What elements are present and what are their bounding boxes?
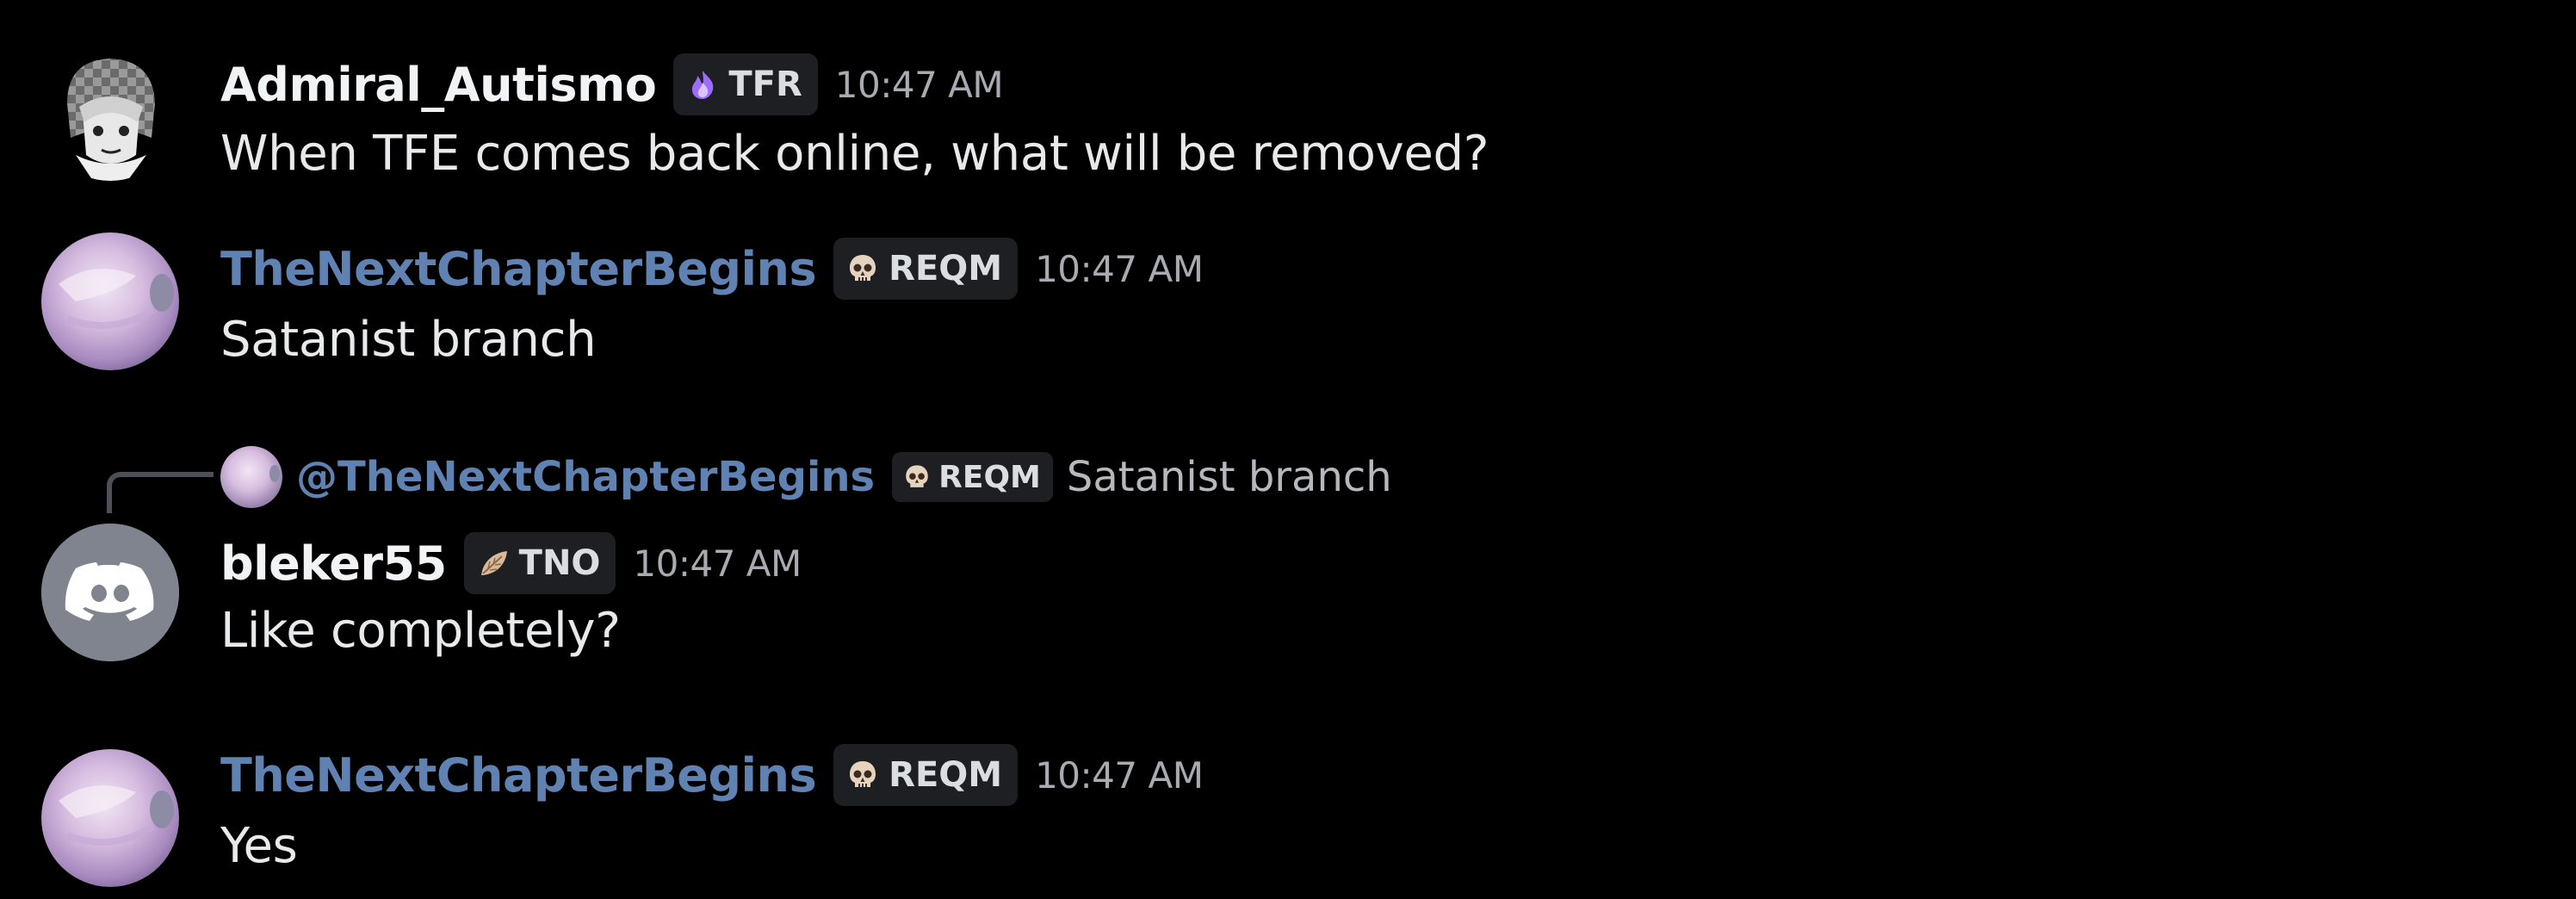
server-tag[interactable]: TFR [673,53,818,115]
avatar-thenextchapterbegins[interactable] [41,232,179,370]
timestamp[interactable]: 10:47 AM [633,542,802,585]
reply-mention[interactable]: @TheNextChapterBegins [296,453,875,501]
server-tag[interactable]: REQM [833,744,1019,806]
reply-preview[interactable]: @TheNextChapterBegins REQM Satanist bran… [220,444,1392,510]
server-tag-label: REQM [889,755,1003,795]
skull-icon [845,758,880,792]
purple-flame-icon [685,67,720,102]
timestamp[interactable]: 10:47 AM [1035,754,1204,797]
reply-text: Satanist branch [1066,453,1392,501]
username[interactable]: Admiral_Autismo [220,58,657,112]
leaf-icon [476,546,511,580]
avatar-bleker55[interactable] [41,524,179,661]
server-tag-label: TNO [518,543,601,583]
reply-connector [107,472,214,513]
skull-icon [902,462,932,492]
timestamp[interactable]: 10:47 AM [1035,248,1204,290]
username[interactable]: TheNextChapterBegins [220,242,817,296]
reply-server-tag[interactable]: REQM [892,452,1053,502]
server-tag[interactable]: TNO [463,532,616,594]
message-text: Like completely? [220,603,621,659]
message-text: Satanist branch [220,312,597,368]
reply-server-tag-label: REQM [938,459,1041,495]
server-tag-label: TFR [728,65,802,104]
avatar-thenextchapterbegins[interactable] [41,749,179,887]
username[interactable]: TheNextChapterBegins [220,748,817,803]
avatar-admiral-autismo[interactable] [41,43,179,181]
pastel-avatar-icon [41,232,179,370]
skull-icon [845,251,880,286]
message-text: Yes [220,818,298,874]
discord-logo-icon [41,524,179,661]
reply-avatar [220,446,282,508]
message-text: When TFE comes back online, what will be… [220,126,1489,182]
username[interactable]: bleker55 [220,536,447,591]
server-tag-label: REQM [889,249,1003,288]
anime-avatar-icon [41,43,179,181]
timestamp[interactable]: 10:47 AM [835,64,1004,106]
pastel-avatar-icon [41,749,179,887]
server-tag[interactable]: REQM [833,238,1019,300]
pastel-avatar-icon [220,446,282,508]
